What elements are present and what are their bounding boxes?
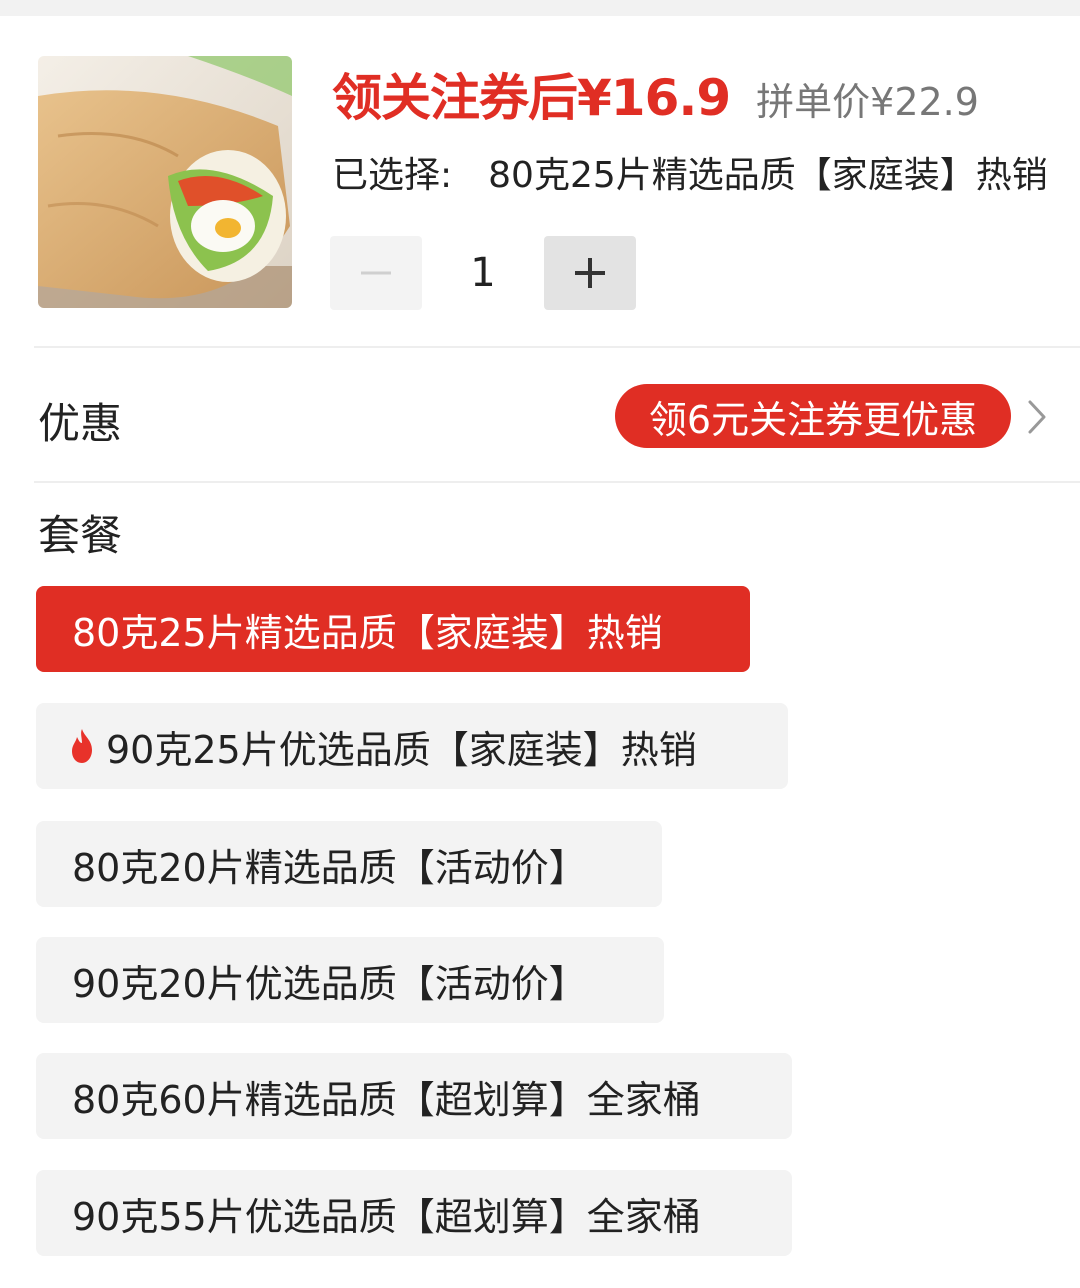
coupon-price: 领关注券后¥16.9	[332, 69, 731, 127]
package-option[interactable]: 80克20片精选品质【活动价】	[36, 821, 662, 907]
selected-spec: 已选择: 80克25片精选品质【家庭装】热销	[332, 146, 1052, 198]
group-price: 拼单价¥22.9	[756, 80, 979, 124]
top-strip	[0, 0, 1080, 16]
option-label: 80克60片精选品质【超划算】全家桶	[72, 1077, 701, 1122]
chevron-right-icon[interactable]	[1024, 398, 1050, 436]
package-option[interactable]: 90克20片优选品质【活动价】	[36, 937, 664, 1023]
package-option[interactable]: 90克25片优选品质【家庭装】热销	[36, 703, 788, 789]
selected-label: 已选择:	[332, 155, 453, 196]
package-title: 套餐	[38, 511, 123, 560]
coupon-badge[interactable]: 领6元关注券更优惠	[615, 384, 1011, 448]
plus-icon	[575, 258, 605, 288]
quantity-value[interactable]: 1	[422, 250, 544, 296]
option-label: 80克20片精选品质【活动价】	[72, 845, 587, 890]
divider	[34, 481, 1080, 483]
package-option[interactable]: 80克25片精选品质【家庭装】热销	[36, 586, 750, 672]
selected-value: 80克25片精选品质【家庭装】热销	[488, 155, 1048, 196]
package-option[interactable]: 80克60片精选品质【超划算】全家桶	[36, 1053, 792, 1139]
decrease-button[interactable]	[330, 236, 422, 310]
increase-button[interactable]	[544, 236, 636, 310]
option-label: 90克25片优选品质【家庭装】热销	[106, 727, 697, 772]
option-label: 90克20片优选品质【活动价】	[72, 961, 587, 1006]
divider	[34, 346, 1080, 348]
option-label: 80克25片精选品质【家庭装】热销	[72, 610, 663, 655]
package-option[interactable]: 90克55片优选品质【超划算】全家桶	[36, 1170, 792, 1256]
flame-icon	[72, 729, 92, 763]
product-image[interactable]	[38, 56, 292, 308]
quantity-stepper: 1	[330, 236, 636, 310]
promotion-label: 优惠	[38, 399, 123, 448]
option-label: 90克55片优选品质【超划算】全家桶	[72, 1194, 701, 1239]
minus-icon	[361, 271, 391, 275]
price-row: 领关注券后¥16.9 拼单价¥22.9	[332, 58, 979, 128]
